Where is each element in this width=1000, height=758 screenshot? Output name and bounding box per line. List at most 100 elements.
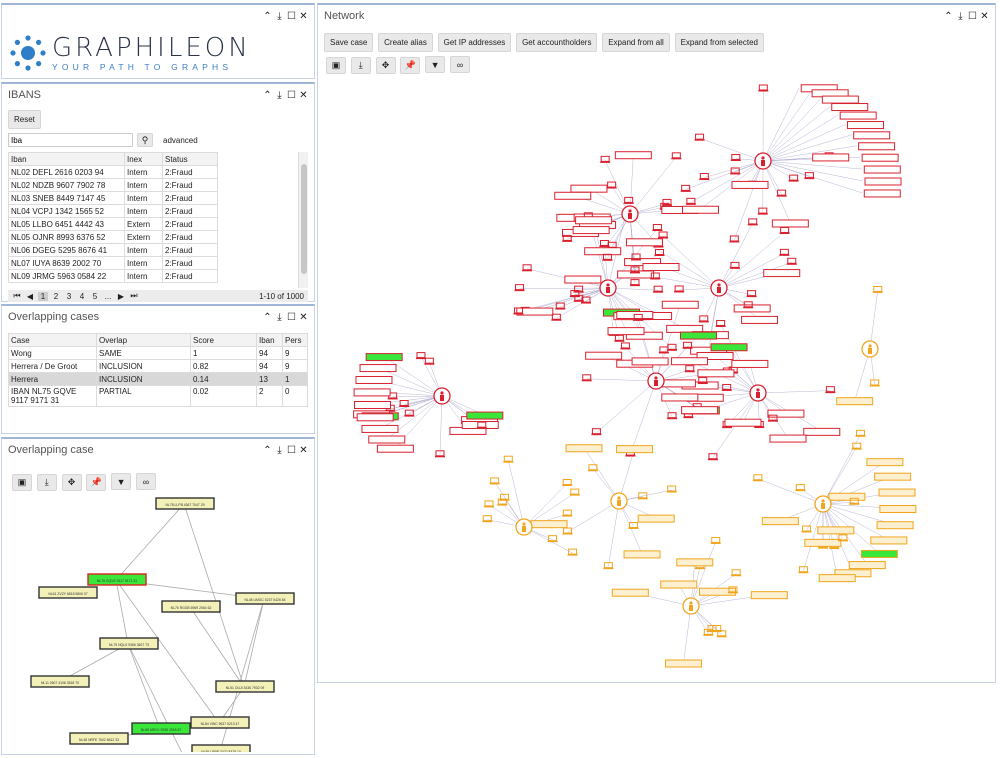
laptop-node[interactable]	[731, 569, 742, 577]
table-row[interactable]: IBAN NL75 GQVE 9117 9171 31 PARTIAL 0.02…	[8, 385, 308, 407]
first-page-icon[interactable]: ⏮	[12, 291, 22, 301]
person-node[interactable]	[754, 152, 772, 170]
laptop-node[interactable]	[483, 500, 494, 508]
laptop-node[interactable]	[671, 152, 682, 160]
get-accountholders-button[interactable]: Get accountholders	[516, 33, 598, 52]
laptop-node[interactable]	[503, 455, 514, 463]
col-iban[interactable]: Iban	[256, 333, 283, 347]
expand-from-selected-button[interactable]: Expand from selected	[674, 33, 764, 52]
close-icon[interactable]: ✕	[299, 11, 308, 22]
col-pers[interactable]: Pers	[282, 333, 308, 347]
minimize-icon[interactable]: ⌃	[263, 11, 272, 22]
laptop-node[interactable]	[680, 184, 691, 192]
iban-node[interactable]: NL84 VWC 9637 5213 47	[190, 716, 250, 729]
minimize-icon[interactable]: ⌃	[944, 11, 953, 22]
laptop-node[interactable]	[721, 383, 732, 391]
laptop-node[interactable]	[600, 155, 611, 163]
iban-node[interactable]: NL48 UMGC 5237 0426 84	[235, 592, 295, 605]
table-row[interactable]: NL06 DGEG 5295 8676 41 Intern 2:Fraud	[8, 243, 218, 257]
table-row[interactable]: NL07 IUYA 8639 2002 70 Intern 2:Fraud	[8, 256, 218, 270]
ibans-scrollbar[interactable]	[298, 152, 308, 288]
laptop-node[interactable]	[404, 409, 415, 417]
save-case-button[interactable]: Save case	[324, 33, 374, 52]
person-node[interactable]	[433, 387, 451, 405]
download-icon[interactable]: ⤓	[36, 473, 57, 491]
table-row[interactable]: NL09 JRMG 5963 0584 22 Intern 2:Fraud	[8, 269, 218, 283]
laptop-node[interactable]	[694, 133, 705, 141]
expand-from-all-button[interactable]: Expand from all	[602, 33, 670, 52]
laptop-node[interactable]	[489, 477, 500, 485]
pin-icon[interactable]: ⤓	[956, 11, 965, 22]
iban-node[interactable]: NL55 LPPR 3322 8378 10	[191, 744, 251, 752]
table-row[interactable]: NL05 OJNR 8993 6376 52 Extern 2:Fraud	[8, 230, 218, 244]
close-icon[interactable]: ✕	[299, 90, 308, 101]
pin-icon[interactable]: ⤓	[275, 11, 284, 22]
fit-icon[interactable]: ✥	[61, 473, 82, 491]
laptop-node[interactable]	[628, 521, 639, 529]
person-node[interactable]	[599, 279, 617, 297]
page-2[interactable]: 2	[51, 292, 61, 301]
laptop-node[interactable]	[776, 189, 787, 197]
network-graph[interactable]	[318, 81, 994, 681]
pin-icon[interactable]: ⤓	[275, 90, 284, 101]
laptop-node[interactable]	[602, 253, 613, 261]
laptop-node[interactable]	[730, 154, 741, 162]
maximize-icon[interactable]: ☐	[287, 11, 296, 22]
search-icon[interactable]: ⚲	[137, 133, 153, 147]
next-page-icon[interactable]: ▶	[116, 292, 126, 301]
table-row[interactable]: NL02 DEFL 2616 0203 94 Intern 2:Fraud	[8, 165, 218, 179]
person-node[interactable]	[515, 518, 533, 536]
table-row[interactable]: NL02 NDZB 9607 7902 78 Intern 2:Fraud	[8, 178, 218, 192]
laptop-node[interactable]	[599, 239, 610, 247]
prev-page-icon[interactable]: ◀	[25, 292, 35, 301]
person-node[interactable]	[621, 205, 639, 223]
iban-node[interactable]: NL11 2607 4106 3518 70	[30, 675, 90, 688]
laptop-node[interactable]	[851, 442, 862, 450]
laptop-node[interactable]	[729, 235, 740, 243]
binoculars-icon[interactable]: ∞	[135, 473, 156, 490]
laptop-node[interactable]	[779, 248, 790, 256]
col-score[interactable]: Score	[190, 333, 257, 347]
laptop-node[interactable]	[698, 315, 709, 323]
iban-node[interactable]: NL79 NQUJ 9366 3627 73	[99, 637, 159, 650]
laptop-node[interactable]	[569, 488, 580, 496]
col-case[interactable]: Case	[8, 333, 97, 347]
download-icon[interactable]: ⤓	[350, 56, 371, 74]
laptop-node[interactable]	[415, 352, 426, 360]
table-row[interactable]: Herrera / De Groot INCLUSION 0.82 94 9	[8, 359, 308, 373]
table-row[interactable]: Wong SAME 1 94 9	[8, 346, 308, 360]
laptop-node[interactable]	[631, 253, 642, 261]
maximize-icon[interactable]: ☐	[287, 312, 296, 323]
laptop-node[interactable]	[697, 377, 708, 385]
laptop-node[interactable]	[801, 525, 812, 533]
person-node[interactable]	[610, 492, 628, 510]
laptop-node[interactable]	[658, 231, 669, 239]
laptop-node[interactable]	[855, 429, 866, 437]
laptop-node[interactable]	[522, 264, 533, 272]
page-4[interactable]: 4	[77, 292, 87, 301]
col-status[interactable]: Status	[162, 152, 218, 166]
iban-node[interactable]: NL51 OUJI 3436 7932 09	[215, 680, 275, 693]
advanced-link[interactable]: advanced	[163, 136, 198, 145]
laptop-node[interactable]	[547, 535, 558, 543]
pin-icon[interactable]: ⤓	[275, 312, 284, 323]
laptop-node[interactable]	[562, 509, 573, 517]
col-overlap[interactable]: Overlap	[96, 333, 191, 347]
laptop-node[interactable]	[752, 474, 763, 482]
laptop-node[interactable]	[729, 261, 740, 269]
overlapping-case-graph[interactable]: NL78 LLPB 4367 7047 29 NL75 GQVE 9117 917…	[4, 497, 314, 752]
laptop-node[interactable]	[699, 173, 710, 181]
laptop-node[interactable]	[653, 285, 664, 293]
laptop-node[interactable]	[747, 218, 758, 226]
laptop-node[interactable]	[658, 346, 669, 354]
person-node[interactable]	[814, 495, 832, 513]
table-row[interactable]: NL04 VCPJ 1342 1565 52 Intern 2:Fraud	[8, 204, 218, 218]
close-icon[interactable]: ✕	[299, 312, 308, 323]
laptop-node[interactable]	[674, 285, 685, 293]
page-5[interactable]: 5	[90, 292, 100, 301]
get-ip-addresses-button[interactable]: Get IP addresses	[437, 33, 512, 52]
table-row-selected[interactable]: Herrera INCLUSION 0.14 13 1	[8, 372, 308, 386]
person-node[interactable]	[710, 279, 728, 297]
laptop-node[interactable]	[715, 319, 726, 327]
filter-icon[interactable]: ▼	[425, 56, 446, 73]
